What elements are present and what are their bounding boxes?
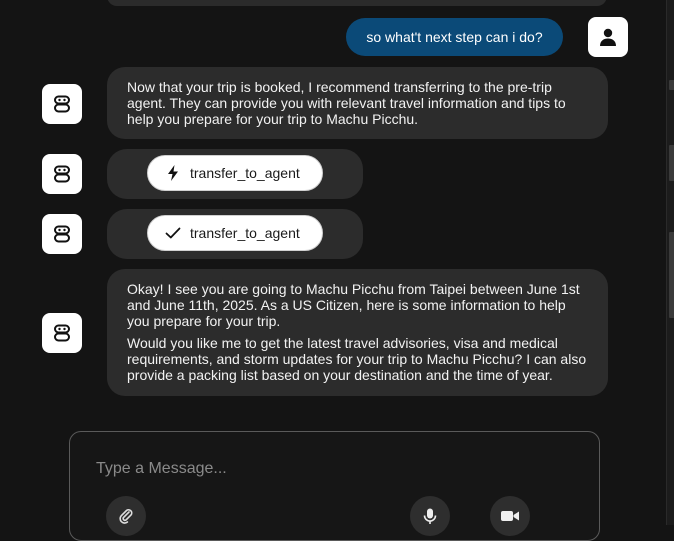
bot-icon <box>54 165 70 183</box>
previous-message-bubble <box>107 0 607 6</box>
tool-result-chip[interactable]: transfer_to_agent <box>147 215 323 251</box>
bot-message-paragraph: Okay! I see you are going to Machu Picch… <box>127 281 580 329</box>
paperclip-icon <box>119 509 133 524</box>
bot-message-text: Now that your trip is booked, I recommen… <box>127 79 566 127</box>
attach-button[interactable] <box>106 496 146 536</box>
bot-icon <box>54 225 70 243</box>
video-button[interactable] <box>490 496 530 536</box>
bot-avatar <box>42 84 82 124</box>
user-icon <box>600 28 616 46</box>
microphone-icon <box>423 508 437 524</box>
side-panel-fragment <box>669 145 674 181</box>
bot-icon <box>54 324 70 342</box>
lightning-icon <box>164 164 182 182</box>
user-avatar <box>588 17 628 57</box>
side-panel-edge <box>666 0 674 525</box>
tool-call-bubble: transfer_to_agent <box>107 149 363 199</box>
video-icon <box>501 511 519 521</box>
user-message-text: so what't next step can i do? <box>366 29 543 45</box>
bot-message-bubble: Now that your trip is booked, I recommen… <box>107 67 608 139</box>
side-panel-fragment <box>669 232 674 318</box>
tool-call-chip[interactable]: transfer_to_agent <box>147 155 323 191</box>
check-icon <box>164 224 182 242</box>
bot-avatar <box>42 214 82 254</box>
user-message-bubble: so what't next step can i do? <box>346 18 563 56</box>
tool-result-bubble: transfer_to_agent <box>107 209 363 259</box>
microphone-button[interactable] <box>410 496 450 536</box>
bot-avatar <box>42 313 82 353</box>
tool-call-label: transfer_to_agent <box>190 165 300 181</box>
message-input[interactable] <box>94 454 568 484</box>
chat-panel: so what't next step can i do? Now that y… <box>0 0 666 541</box>
bot-message-paragraph: Would you like me to get the latest trav… <box>127 335 587 383</box>
side-panel-fragment <box>669 80 674 90</box>
bot-icon <box>54 95 70 113</box>
tool-result-label: transfer_to_agent <box>190 225 300 241</box>
bot-message-bubble: Okay! I see you are going to Machu Picch… <box>107 269 608 396</box>
bot-avatar <box>42 154 82 194</box>
